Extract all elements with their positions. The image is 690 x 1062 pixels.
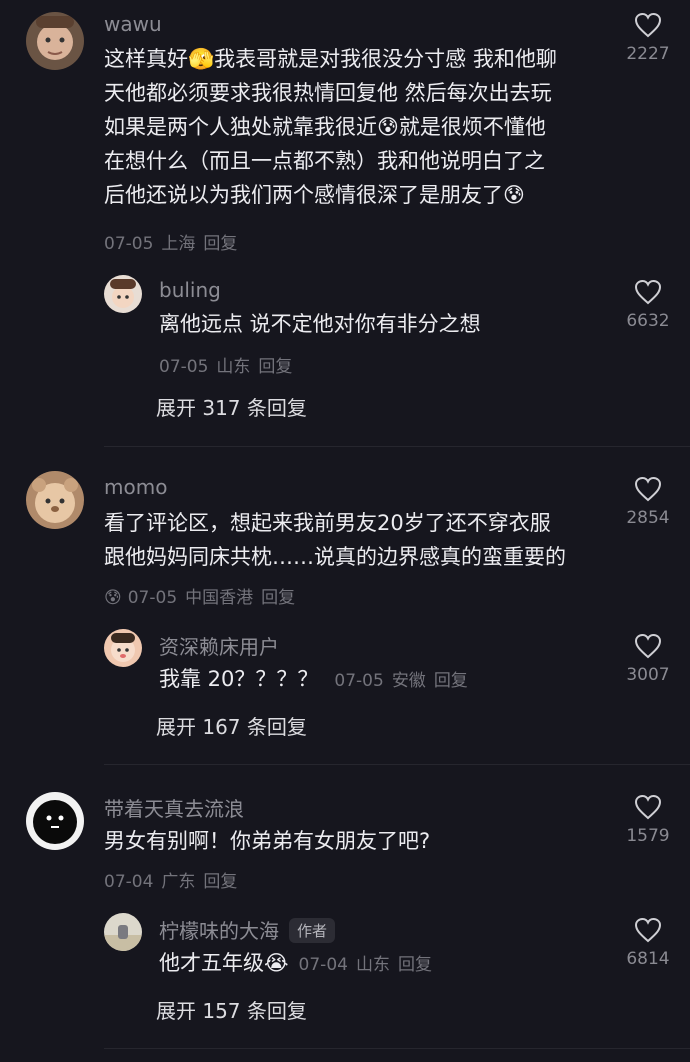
divider (104, 1048, 690, 1049)
divider (104, 446, 690, 447)
like-button[interactable]: 3007 (603, 633, 690, 685)
reply-date: 07-05 (334, 671, 384, 691)
comment-text: 看了评论区，想起来我前男友20岁了还不穿衣服 跟他妈妈同床共枕……说真的边界感真… (104, 511, 566, 569)
heart-outline-icon (634, 917, 662, 943)
avatar[interactable] (26, 792, 84, 850)
reply-username[interactable]: 资深赖床用户 (159, 631, 279, 660)
comment-text: 男女有别啊！你弟弟有女朋友了吧? (104, 829, 431, 853)
reply-button[interactable]: 回复 (261, 588, 295, 608)
heart-outline-icon (634, 12, 662, 38)
reply-date: 07-04 (298, 955, 348, 975)
reply-button[interactable]: 回复 (203, 234, 237, 254)
reply-line: 我靠 20？？？？ 07-05 安徽 回复 (159, 663, 476, 693)
emoji: 😰 (104, 588, 122, 608)
avatar[interactable] (104, 629, 142, 667)
like-count: 6814 (626, 949, 670, 969)
like-button[interactable]: 6814 (603, 917, 690, 969)
comment-date: 07-04 (104, 872, 154, 892)
heart-outline-icon (634, 794, 662, 820)
avatar[interactable] (104, 275, 142, 313)
reply-line: 他才五年级😭 07-04 山东 回复 (159, 947, 440, 977)
reply-button[interactable]: 回复 (398, 955, 432, 975)
reply-location: 山东 (216, 357, 251, 377)
like-count: 3007 (626, 665, 670, 685)
expand-replies-button[interactable]: 展开 317 条回复 (156, 392, 307, 421)
reply-date: 07-05 (159, 357, 209, 377)
like-button[interactable]: 1579 (603, 794, 690, 846)
author-badge: 作者 (289, 918, 336, 943)
expand-replies-button[interactable]: 展开 167 条回复 (156, 711, 307, 740)
avatar[interactable] (26, 471, 84, 529)
comment-date: 07-05 (104, 234, 154, 254)
reply-text: 离他远点 说不定他对你有非分之想 (159, 312, 481, 336)
username[interactable]: 带着天真去流浪 (104, 793, 244, 822)
reply-text: 我靠 20？？？？ (159, 667, 319, 691)
comment-location: 上海 (161, 234, 196, 254)
reply-meta: 07-05 山东 回复 (159, 352, 300, 377)
comment-location: 广东 (161, 872, 196, 892)
username[interactable]: momo (104, 475, 167, 499)
comment-date: 07-05 (127, 588, 178, 608)
like-count: 1579 (626, 826, 670, 846)
divider (104, 764, 690, 765)
reply-text: 他才五年级😭 (159, 951, 289, 975)
reply-location: 山东 (355, 955, 390, 975)
like-count: 2227 (626, 44, 670, 64)
heart-outline-icon (634, 279, 662, 305)
reply-username-text[interactable]: 柠檬味的大海 (159, 919, 279, 943)
comment-text: 这样真好🫣我表哥就是对我很没分寸感 我和他聊 天他都必须要求我很热情回复他 然后… (104, 47, 557, 207)
reply-button[interactable]: 回复 (258, 357, 292, 377)
comment-meta: 07-04 广东 回复 (104, 867, 245, 892)
avatar[interactable] (104, 913, 142, 951)
reply-button[interactable]: 回复 (434, 671, 468, 691)
heart-outline-icon (634, 633, 662, 659)
comment-location: 中国香港 (185, 588, 254, 608)
comment-meta: 😰 07-05 中国香港 回复 (104, 583, 303, 608)
expand-replies-button[interactable]: 展开 157 条回复 (156, 995, 307, 1024)
comment-meta: 07-05 上海 回复 (104, 229, 245, 254)
like-count: 2854 (626, 508, 670, 528)
avatar[interactable] (26, 12, 84, 70)
like-count: 6632 (626, 311, 670, 331)
like-button[interactable]: 2854 (603, 476, 690, 528)
like-button[interactable]: 6632 (603, 279, 690, 331)
username[interactable]: wawu (104, 12, 162, 36)
reply-location: 安徽 (391, 671, 426, 691)
like-button[interactable]: 2227 (603, 12, 690, 64)
reply-button[interactable]: 回复 (203, 872, 237, 892)
reply-username[interactable]: buling (159, 278, 221, 302)
reply-username: 柠檬味的大海 作者 (159, 915, 336, 944)
heart-outline-icon (634, 476, 662, 502)
